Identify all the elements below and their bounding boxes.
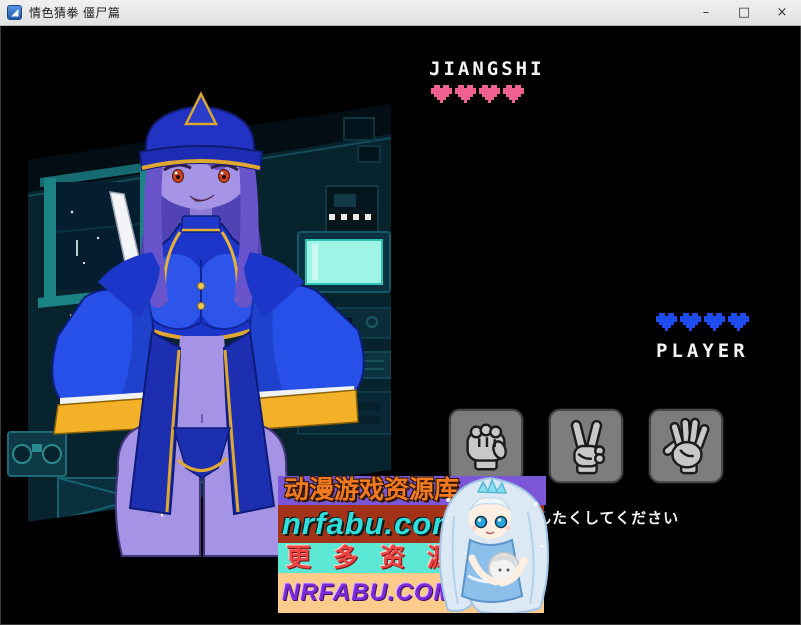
rock-button[interactable] <box>449 409 523 483</box>
heart-icon <box>431 85 452 103</box>
watermark-banner: 动漫游戏资源库 nrfabu.com 更多资源 NRFABU.COM <box>278 476 540 613</box>
enemy-health-hearts <box>431 85 524 103</box>
maximize-button[interactable]: □ <box>725 0 763 25</box>
app-icon[interactable] <box>7 5 22 20</box>
boombox-prop <box>8 432 66 476</box>
paper-button[interactable] <box>649 409 723 483</box>
paper-hand-icon <box>655 415 717 477</box>
titlebar: 情色猜拳 僵尸篇 – □ × <box>0 0 801 26</box>
heart-icon <box>680 313 701 331</box>
fist-icon <box>455 415 517 477</box>
player-name-label: PLAYER <box>656 340 749 362</box>
minimize-button[interactable]: – <box>687 0 725 25</box>
heart-icon <box>728 313 749 331</box>
scissors-hand-icon <box>555 415 617 477</box>
heart-icon <box>503 85 524 103</box>
game-window: 情色猜拳 僵尸篇 – □ × JIANGSHI PLAYER んたくしてください… <box>0 0 801 625</box>
close-button[interactable]: × <box>763 0 801 25</box>
window-title: 情色猜拳 僵尸篇 <box>29 4 120 21</box>
scissors-button[interactable] <box>549 409 623 483</box>
heart-icon <box>455 85 476 103</box>
selection-prompt: んたくしてください <box>536 507 679 528</box>
heart-icon <box>479 85 500 103</box>
enemy-name-label: JIANGSHI <box>429 58 545 80</box>
watermark-anime-girl <box>428 476 554 613</box>
heart-icon <box>656 313 677 331</box>
hand-choice-row <box>449 409 723 483</box>
player-health-hearts <box>656 313 749 331</box>
heart-icon <box>704 313 725 331</box>
